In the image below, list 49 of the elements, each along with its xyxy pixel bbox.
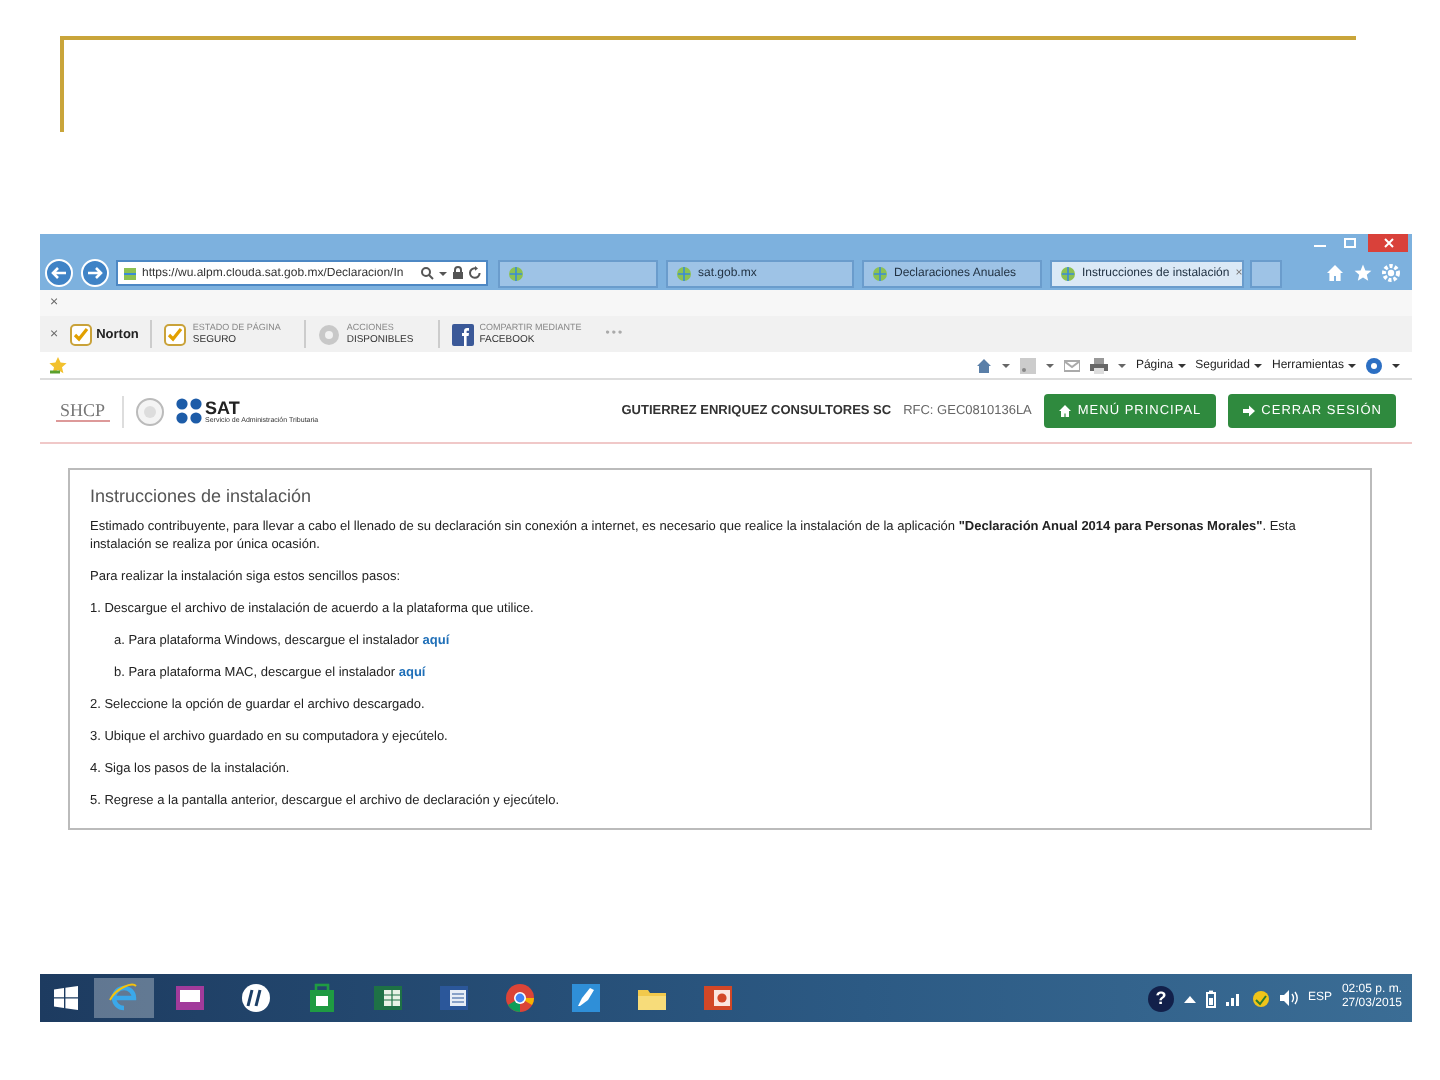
- chevron-icon[interactable]: [1183, 993, 1196, 1003]
- logo-text: SAT: [205, 399, 242, 415]
- agency-logo: SHCP: [56, 400, 110, 422]
- round-logo-icon: [504, 982, 536, 1014]
- close-icon: [1383, 238, 1393, 248]
- caret-icon: [1253, 361, 1262, 369]
- windows-icon: [54, 986, 78, 1010]
- caret-icon: [1117, 361, 1126, 369]
- globe-icon: [676, 265, 692, 281]
- refresh-icon[interactable]: [468, 266, 482, 280]
- browser-icon: [108, 982, 140, 1014]
- caret-icon: [1001, 361, 1010, 369]
- globe-icon: [1060, 265, 1076, 281]
- help-icon[interactable]: ?: [1147, 985, 1174, 1011]
- emblem-icon: [135, 397, 164, 425]
- star-icon[interactable]: [1354, 264, 1372, 282]
- caret-icon: [1348, 361, 1356, 369]
- exit-icon: [1241, 404, 1256, 418]
- home-icon[interactable]: [975, 357, 992, 373]
- slides-icon: [702, 982, 734, 1014]
- caret-icon: [1177, 361, 1186, 369]
- facebook-icon: [451, 323, 474, 345]
- section-title: Instrucciones de instalación: [90, 486, 314, 506]
- maximize-icon: [1338, 234, 1362, 252]
- check-icon: [70, 323, 93, 345]
- signal-icon[interactable]: [1225, 990, 1242, 1006]
- home-icon: [1057, 404, 1072, 418]
- close-button[interactable]: [1368, 234, 1408, 252]
- globe-icon: [872, 265, 888, 281]
- caret-icon: [1045, 361, 1054, 369]
- caret-icon: [1392, 361, 1400, 369]
- circle-logo-icon: [240, 982, 272, 1014]
- check-icon: [164, 323, 187, 345]
- forward-button[interactable]: [80, 258, 110, 288]
- dots-icon: [175, 398, 202, 424]
- search-icon[interactable]: [420, 266, 434, 280]
- bag-icon: [306, 982, 338, 1014]
- screen-icon: [174, 982, 206, 1014]
- back-button[interactable]: [44, 258, 74, 288]
- favorites-icon[interactable]: [48, 356, 68, 374]
- spreadsheet-icon: [372, 982, 404, 1014]
- page-icon: [122, 265, 138, 281]
- battery-icon[interactable]: [1205, 989, 1216, 1007]
- print-icon[interactable]: [1089, 357, 1108, 373]
- document-icon: [438, 982, 470, 1014]
- caret-icon[interactable]: [438, 266, 448, 280]
- lock-icon: [452, 266, 464, 280]
- globe-icon: [508, 265, 524, 281]
- volume-icon[interactable]: [1279, 990, 1298, 1006]
